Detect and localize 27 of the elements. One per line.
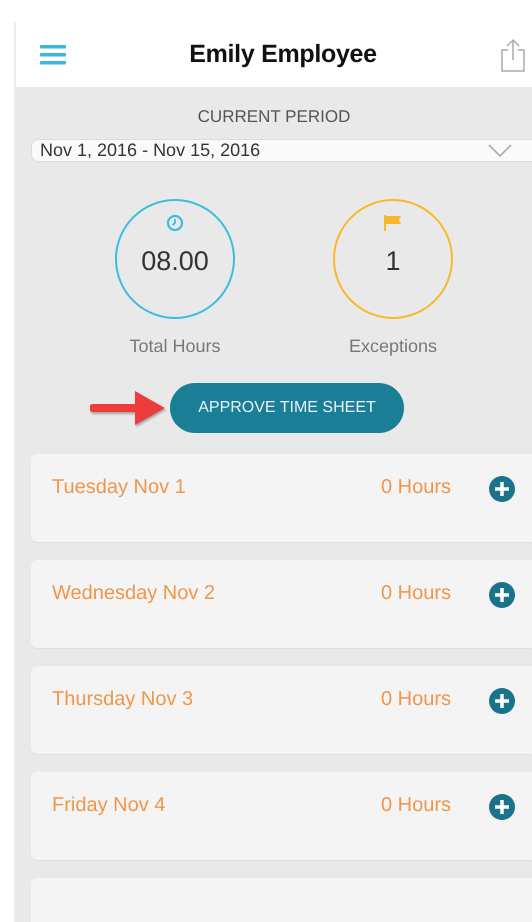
day-card[interactable]: Thursday Nov 3 0 Hours: [31, 666, 532, 754]
clock-icon: [166, 214, 184, 232]
add-icon[interactable]: [489, 794, 515, 820]
day-card[interactable]: Wednesday Nov 2 0 Hours: [31, 560, 532, 648]
stat-label: Exceptions: [348, 336, 438, 357]
day-hours: 0 Hours: [380, 688, 451, 711]
stat-circle: 08.00: [115, 199, 235, 319]
period-label: CURRENT PERIOD: [196, 107, 352, 127]
page-title: Emily Employee: [189, 40, 377, 69]
chevron-icon: [488, 144, 512, 158]
approve-button[interactable]: APPROVE TIME SHEET: [170, 383, 404, 433]
day-card[interactable]: Friday Nov 4 0 Hours: [31, 772, 532, 860]
add-icon[interactable]: [489, 688, 515, 714]
day-date: Friday Nov 4: [52, 794, 166, 817]
stat-circle: 1: [333, 199, 453, 319]
stat-label: Total Hours: [129, 336, 221, 357]
add-icon[interactable]: [489, 582, 515, 608]
day-date: Thursday Nov 3: [52, 688, 194, 711]
day-hours: 0 Hours: [380, 476, 451, 499]
period-dropdown[interactable]: Nov 1, 2016 - Nov 15, 2016: [31, 139, 532, 162]
day-date: Tuesday Nov 1: [52, 476, 187, 499]
day-hours: 0 Hours: [380, 582, 451, 605]
day-date: Wednesday Nov 2: [52, 582, 216, 605]
flag-icon: [383, 214, 403, 232]
add-icon[interactable]: [489, 476, 515, 502]
day-card[interactable]: Tuesday Nov 1 0 Hours: [31, 454, 532, 542]
day-hours: 0 Hours: [380, 794, 451, 817]
